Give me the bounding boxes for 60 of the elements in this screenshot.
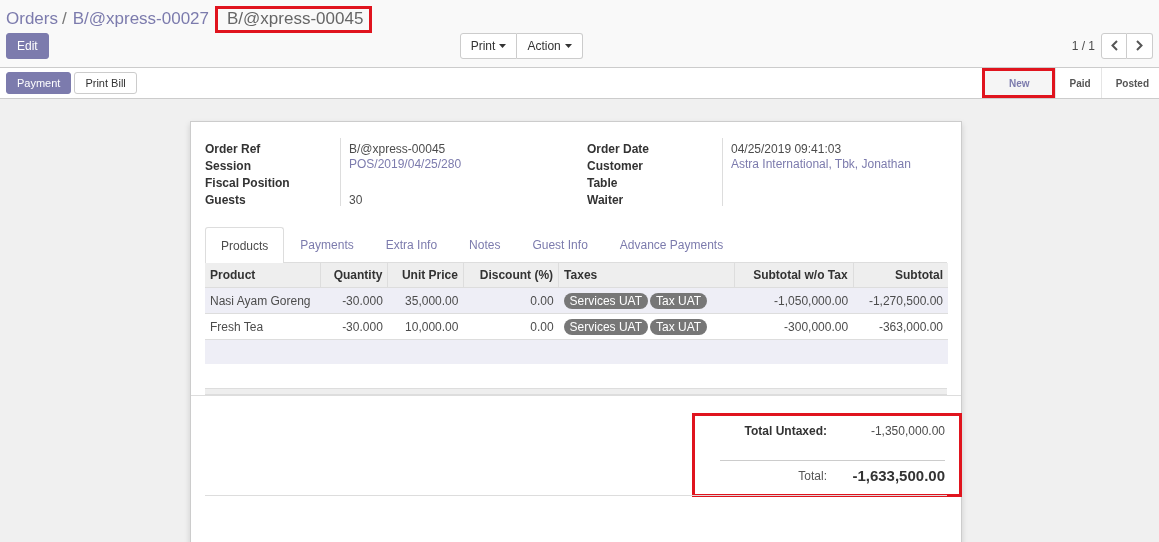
field-label: Order Ref bbox=[205, 141, 262, 155]
header-button[interactable]: Payment bbox=[6, 72, 72, 94]
table-cell: -1,050,000.00 bbox=[734, 287, 854, 314]
dropdown-button[interactable]: Action bbox=[517, 32, 583, 59]
breadcrumb-item: B/@xpress-00045 bbox=[215, 5, 373, 33]
field-link[interactable]: Astra International, Tbk, Jonathan bbox=[731, 157, 911, 171]
status-stage[interactable]: Paid bbox=[1054, 68, 1101, 98]
table-cell: -30.000 bbox=[320, 287, 388, 314]
field-value: B/@xpress-00045 bbox=[349, 142, 446, 156]
field-label: Guests bbox=[205, 192, 247, 206]
previous-button[interactable] bbox=[1101, 32, 1127, 59]
total-value: -1,633,500.00 bbox=[851, 467, 945, 484]
breadcrumb-item[interactable]: B/@xpress-00027 bbox=[72, 8, 214, 30]
table-cell: 0.00 bbox=[463, 287, 559, 314]
notebook-tab[interactable]: Products bbox=[205, 227, 285, 263]
total-label: Total: bbox=[798, 468, 827, 483]
notebook-tab[interactable]: Notes bbox=[453, 227, 517, 262]
notebook-tab[interactable]: Payments bbox=[284, 227, 370, 262]
column-header[interactable]: Product bbox=[205, 263, 321, 288]
column-header[interactable]: Subtotal bbox=[853, 263, 948, 288]
column-header[interactable]: Taxes bbox=[558, 263, 735, 288]
caret-icon bbox=[564, 43, 572, 48]
table-cell: 35,000.00 bbox=[387, 287, 464, 314]
next-button[interactable] bbox=[1127, 32, 1153, 59]
field-label: Session bbox=[205, 158, 253, 172]
field-value: 30 bbox=[349, 193, 363, 207]
field-value: 04/25/2019 09:41:03 bbox=[731, 142, 842, 156]
field-label: Order Date bbox=[587, 141, 651, 155]
breadcrumb-item[interactable]: Orders bbox=[6, 8, 62, 30]
caret-icon bbox=[499, 43, 507, 48]
total-value: -1,350,000.00 bbox=[869, 424, 945, 438]
notebook-tab[interactable]: Extra Info bbox=[369, 227, 454, 262]
notebook-tab[interactable]: Guest Info bbox=[516, 227, 604, 262]
column-header[interactable]: Subtotal w/o Tax bbox=[734, 263, 854, 288]
status-stage[interactable]: New bbox=[981, 68, 1055, 98]
notebook-tab[interactable]: Advance Payments bbox=[603, 227, 740, 262]
status-stage[interactable]: Posted bbox=[1100, 68, 1159, 98]
field-link[interactable]: POS/2019/04/25/280 bbox=[349, 157, 462, 171]
header-button[interactable]: Print Bill bbox=[74, 72, 137, 94]
chevron-right-icon bbox=[1136, 40, 1143, 51]
field-label: Waiter bbox=[587, 192, 625, 206]
column-header[interactable]: Quantity bbox=[320, 263, 388, 288]
field-label: Table bbox=[587, 175, 619, 189]
column-header[interactable]: Discount (%) bbox=[463, 263, 559, 288]
tax-tag: Tax UAT bbox=[650, 318, 708, 335]
column-header[interactable]: Unit Price bbox=[387, 263, 464, 288]
field-label: Fiscal Position bbox=[205, 175, 291, 189]
tax-tag: Tax UAT bbox=[650, 292, 708, 309]
edit-button[interactable]: Edit bbox=[6, 32, 49, 59]
dropdown-button[interactable]: Print bbox=[459, 32, 518, 59]
tax-tag: Services UAT bbox=[563, 292, 649, 309]
chevron-left-icon bbox=[1110, 40, 1118, 51]
table-row[interactable]: Nasi Ayam Goreng -30.000 35,000.00 0.00 Services UAT Tax UAT -1,050,000.00 -1,270,500.00 bbox=[205, 287, 948, 314]
table-cell: Nasi Ayam Goreng bbox=[205, 287, 321, 314]
field-label: Customer bbox=[587, 158, 644, 172]
total-label: Total Untaxed: bbox=[744, 424, 827, 438]
pager-count: 1 / 1 bbox=[1071, 38, 1095, 53]
breadcrumb-separator: / bbox=[61, 9, 67, 29]
table-cell: -1,270,500.00 bbox=[853, 287, 948, 314]
tax-tag: Services UAT bbox=[563, 318, 649, 335]
